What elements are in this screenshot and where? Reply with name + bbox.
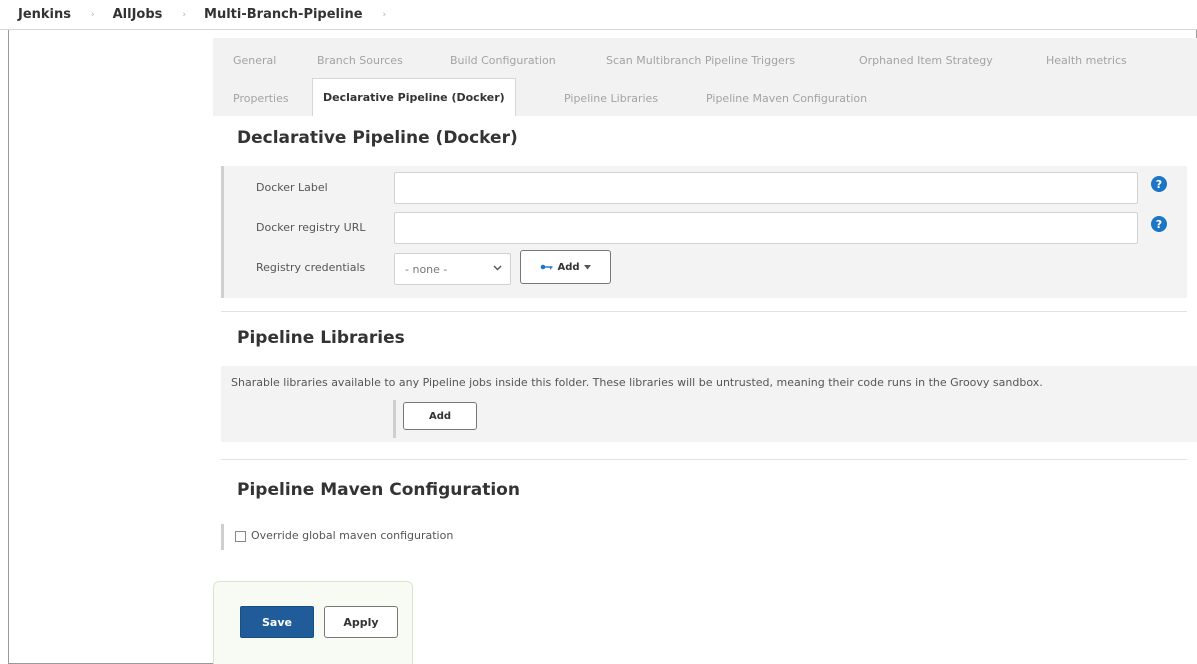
breadcrumb-separator-icon[interactable]: ›	[182, 10, 186, 20]
pipeline-libraries-group: Sharable libraries available to any Pipe…	[221, 366, 1197, 442]
form-actions-bar: Save Apply	[213, 581, 413, 664]
docker-label-help-icon[interactable]: ?	[1151, 176, 1167, 192]
config-panel: General Branch Sources Build Configurati…	[213, 38, 1197, 664]
chevron-down-icon	[493, 263, 502, 275]
override-global-maven-label[interactable]: Override global maven configuration	[251, 529, 453, 542]
docker-registry-url-label: Docker registry URL	[256, 221, 366, 234]
add-credentials-button[interactable]: Add	[520, 250, 611, 284]
breadcrumb-item-multi-branch-pipeline: Multi-Branch-Pipeline ›	[204, 7, 404, 22]
config-tabbar: General Branch Sources Build Configurati…	[213, 38, 1197, 116]
library-indent-bar	[393, 400, 396, 438]
breadcrumb-separator-icon[interactable]: ›	[383, 10, 387, 20]
tab-orphaned-item-strategy[interactable]: Orphaned Item Strategy	[859, 54, 993, 67]
registry-credentials-selected-value: - none -	[405, 262, 448, 276]
tab-build-configuration[interactable]: Build Configuration	[450, 54, 556, 67]
pipeline-libraries-description: Sharable libraries available to any Pipe…	[231, 376, 1043, 389]
breadcrumb-link-alljobs[interactable]: AllJobs	[113, 7, 163, 22]
section-divider	[221, 459, 1187, 460]
registry-credentials-label: Registry credentials	[256, 261, 366, 274]
tab-properties[interactable]: Properties	[233, 92, 289, 105]
registry-credentials-select[interactable]: - none -	[394, 253, 511, 285]
breadcrumb-item-alljobs: AllJobs ›	[113, 7, 204, 22]
section-divider	[221, 311, 1187, 312]
section-title-pipeline-maven-configuration: Pipeline Maven Configuration	[237, 480, 520, 500]
docker-label-label: Docker Label	[256, 181, 328, 194]
section-title-pipeline-libraries: Pipeline Libraries	[237, 328, 405, 348]
tab-branch-sources[interactable]: Branch Sources	[317, 54, 403, 67]
tab-scan-multibranch-pipeline-triggers[interactable]: Scan Multibranch Pipeline Triggers	[606, 54, 795, 67]
maven-indent-bar	[221, 524, 224, 550]
add-credentials-label: Add	[557, 261, 580, 273]
tab-health-metrics[interactable]: Health metrics	[1046, 54, 1127, 67]
breadcrumb: Jenkins › AllJobs › Multi-Branch-Pipelin…	[0, 0, 1197, 30]
breadcrumb-link-multi-branch-pipeline[interactable]: Multi-Branch-Pipeline	[204, 7, 363, 22]
key-icon	[540, 263, 553, 271]
tab-declarative-pipeline-docker[interactable]: Declarative Pipeline (Docker)	[312, 78, 516, 116]
docker-settings-group: Docker Label ? Docker registry URL ? Reg…	[221, 166, 1187, 298]
tab-pipeline-maven-configuration[interactable]: Pipeline Maven Configuration	[706, 92, 867, 105]
caret-down-icon	[583, 264, 591, 270]
breadcrumb-separator-icon[interactable]: ›	[91, 10, 95, 20]
apply-button[interactable]: Apply	[324, 606, 398, 638]
tab-pipeline-libraries[interactable]: Pipeline Libraries	[564, 92, 658, 105]
docker-registry-url-help-icon[interactable]: ?	[1151, 216, 1167, 232]
breadcrumb-link-jenkins[interactable]: Jenkins	[18, 7, 71, 22]
add-library-button[interactable]: Add	[403, 402, 477, 430]
section-title-declarative-pipeline-docker: Declarative Pipeline (Docker)	[237, 128, 518, 148]
tab-general[interactable]: General	[233, 54, 276, 67]
override-global-maven-checkbox[interactable]	[235, 531, 246, 542]
breadcrumb-item-jenkins: Jenkins ›	[18, 7, 113, 22]
save-button[interactable]: Save	[240, 606, 314, 638]
docker-label-input[interactable]	[394, 172, 1138, 204]
docker-registry-url-input[interactable]	[394, 212, 1138, 244]
